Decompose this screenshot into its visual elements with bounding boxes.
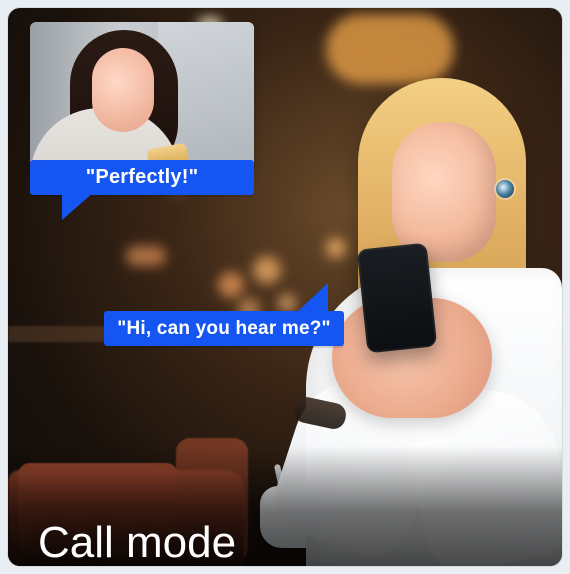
speech-bubble-tail	[296, 283, 328, 313]
bokeh-light	[253, 256, 281, 284]
bokeh-light	[218, 272, 244, 298]
speech-bubble-tail	[62, 192, 94, 220]
inset-photo	[30, 22, 254, 174]
smartphone	[356, 242, 438, 354]
earbud-icon	[496, 180, 514, 198]
face	[392, 122, 496, 262]
caption: Call mode	[38, 518, 237, 566]
bokeh-light	[326, 14, 454, 84]
speech-bubble-middle: "Hi, can you hear me?"	[104, 311, 344, 346]
inset-face	[92, 48, 154, 132]
speech-bubble-top: "Perfectly!"	[30, 160, 254, 195]
bokeh-light	[126, 246, 166, 266]
call-mode-illustration: "Perfectly!" "Hi, can you hear me?" Call…	[8, 8, 562, 566]
